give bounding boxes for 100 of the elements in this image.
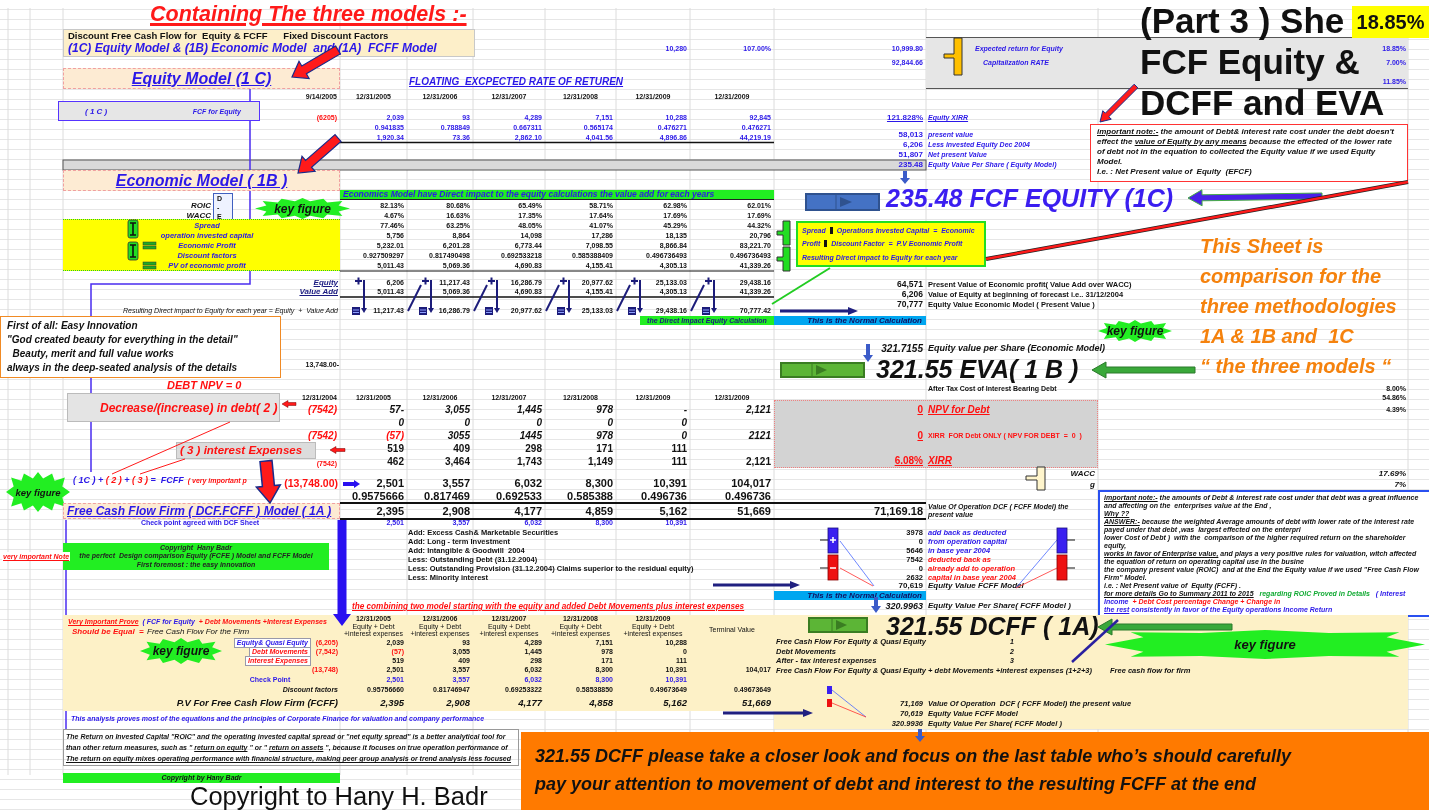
- table-cell: 70,619: [898, 581, 923, 590]
- section-title: Economic Model ( 1B ): [63, 170, 340, 191]
- row-label: ROIC: [191, 201, 211, 210]
- i-beam-icon: [127, 241, 139, 261]
- quote-text: First of all: Easy Innovation: [7, 319, 139, 333]
- equals-icon: [142, 241, 157, 250]
- play-bar-icon: [780, 362, 865, 378]
- plus-icon: [560, 277, 567, 285]
- table-cell: 4,858: [589, 697, 613, 709]
- table-cell: 0.496736: [641, 490, 687, 503]
- table-cell: 2,395: [376, 505, 404, 518]
- row-code: ( 2 ): [256, 400, 278, 415]
- bracket-icon: [1056, 554, 1076, 581]
- bracket-icon: [1056, 527, 1076, 554]
- table-cell: 519: [387, 443, 404, 454]
- table-cell: 0: [917, 404, 923, 416]
- table-cell: 0: [464, 417, 470, 428]
- table-cell: 6,032: [514, 477, 542, 490]
- row-label: Equity Value Per Share( FCFF Model ): [928, 601, 1071, 611]
- table-cell: 1445: [519, 430, 542, 441]
- note-text: I.e. : Net Present value of Equity (EFCF): [1097, 167, 1253, 177]
- model-code: ( 1 C ): [85, 106, 108, 116]
- plus-icon: [355, 277, 362, 285]
- table-cell: 0: [607, 417, 613, 428]
- table-cell: 111: [671, 443, 687, 454]
- row-label: Free Cash Flow For the Firm: [147, 627, 250, 637]
- table-cell: 321.7155: [881, 343, 923, 354]
- table-cell: 4,177: [518, 697, 542, 709]
- table-cell: 462: [387, 456, 404, 467]
- table-cell: 298: [525, 443, 542, 454]
- row-label: WACC: [1070, 469, 1095, 478]
- table-cell: -: [683, 404, 687, 415]
- calculation-banner: This is the Normal Calculation: [774, 591, 926, 600]
- table-cell: 409: [453, 443, 470, 454]
- table-cell: 0: [681, 417, 687, 428]
- table-cell: 51,807: [898, 150, 923, 159]
- calculation-banner: This is the Normal Calculation: [774, 316, 926, 325]
- table-cell: 111: [671, 456, 687, 467]
- bracket-icon: [943, 37, 963, 76]
- bar-icon: [829, 227, 833, 235]
- plus-bracket-icon: [819, 527, 839, 554]
- table-cell: (7542): [308, 404, 337, 415]
- play-bar-icon: [808, 617, 868, 633]
- row-label: P.V For Free Cash Flow Firm (FCFF): [176, 697, 338, 709]
- row-label: Equity: [313, 278, 338, 287]
- comparison-note: comparison for the: [1200, 264, 1382, 289]
- table-cell: 978: [596, 430, 613, 441]
- quote-text: "God created beauty for everything in the detail": [7, 333, 239, 347]
- left-arrow-icon: [329, 446, 346, 454]
- table-cell: 2,121: [745, 404, 771, 415]
- note-text: important note:- the amount of Debt& interest rate cost under the debt doesn't effect the value of Equity by any means because the effected of the lower rate of debt not in the equation to collected the Equity value if we used Equity Model.: [1097, 127, 1396, 167]
- table-cell: 58,013: [898, 130, 923, 139]
- table-cell: 7%: [1394, 480, 1406, 489]
- section-title: Equity Model (1 C): [63, 68, 340, 89]
- callout-arrow: [1099, 83, 1139, 123]
- table-cell: 71,169.18: [874, 505, 923, 518]
- table-cell: 57-: [389, 404, 404, 415]
- table-cell: 2,908: [442, 505, 470, 518]
- table-cell: 70,777: [897, 300, 923, 309]
- table-cell: 6.08%: [894, 455, 923, 467]
- table-cell: 2121: [748, 430, 771, 441]
- table-cell: 0.496736: [725, 490, 771, 503]
- callout-text: 321.55 DCFF please take a closer look and focus on the last table who’s should carefully: [535, 745, 1293, 768]
- table-cell: 3,557: [442, 477, 470, 490]
- percentage-badge: 18.85%: [1352, 6, 1429, 38]
- table-cell: (13,748.00): [284, 477, 338, 490]
- row-label: NPV for Debt: [928, 404, 990, 416]
- row-label: Equity Value FCFF Model: [928, 581, 1024, 590]
- bracket-icon: [776, 246, 791, 272]
- connector-arrow: [637, 279, 643, 313]
- bar-icon: [824, 240, 828, 248]
- table-cell: 51,669: [737, 505, 771, 518]
- table-cell: 0.9575666: [352, 490, 404, 503]
- copyright-caption: Copyright to Hany H. Badr: [190, 782, 488, 810]
- table-cell: 1,743: [516, 456, 542, 467]
- table-cell: 1,445: [516, 404, 542, 415]
- connector-line: [690, 284, 705, 312]
- row-label: ( 3 ) interest Expenses: [176, 442, 316, 459]
- key-figure-badge: key figure: [1098, 320, 1172, 342]
- table-cell: 4,859: [585, 505, 613, 518]
- section-banner: Economics Model have Direct impact to the equity calculations the value add for each years: [340, 190, 774, 200]
- table-cell: (57): [386, 430, 404, 441]
- sheet-heading: Discount Free Cash Flow for Equity & FCFF Fixed Discount Factors: [68, 30, 390, 41]
- connector-arrow: [711, 279, 717, 313]
- table-cell: 1,149: [587, 456, 613, 467]
- right-arrow-icon: [343, 480, 360, 488]
- plus-icon: [705, 277, 712, 285]
- table-cell: 5,162: [659, 505, 687, 518]
- section-note: the combining two model starting with the equity and added Debt Movements plus interest expenses: [352, 601, 745, 612]
- table-cell: 2,395: [380, 697, 404, 709]
- table-cell: 0.692533: [496, 490, 542, 503]
- key-figure-badge: key figure: [255, 198, 350, 219]
- connector-arrow: [361, 279, 367, 313]
- bracket-icon: [776, 220, 791, 246]
- row-label: g: [1090, 480, 1095, 489]
- i-beam-icon: [127, 219, 139, 239]
- bracket-icon: [1025, 466, 1046, 491]
- table-cell: 121.828%: [886, 113, 923, 122]
- callout-text: pay your attention to movement of debt and interest to the resulting FCFF at the end: [535, 773, 1258, 796]
- connector-line: [407, 284, 422, 312]
